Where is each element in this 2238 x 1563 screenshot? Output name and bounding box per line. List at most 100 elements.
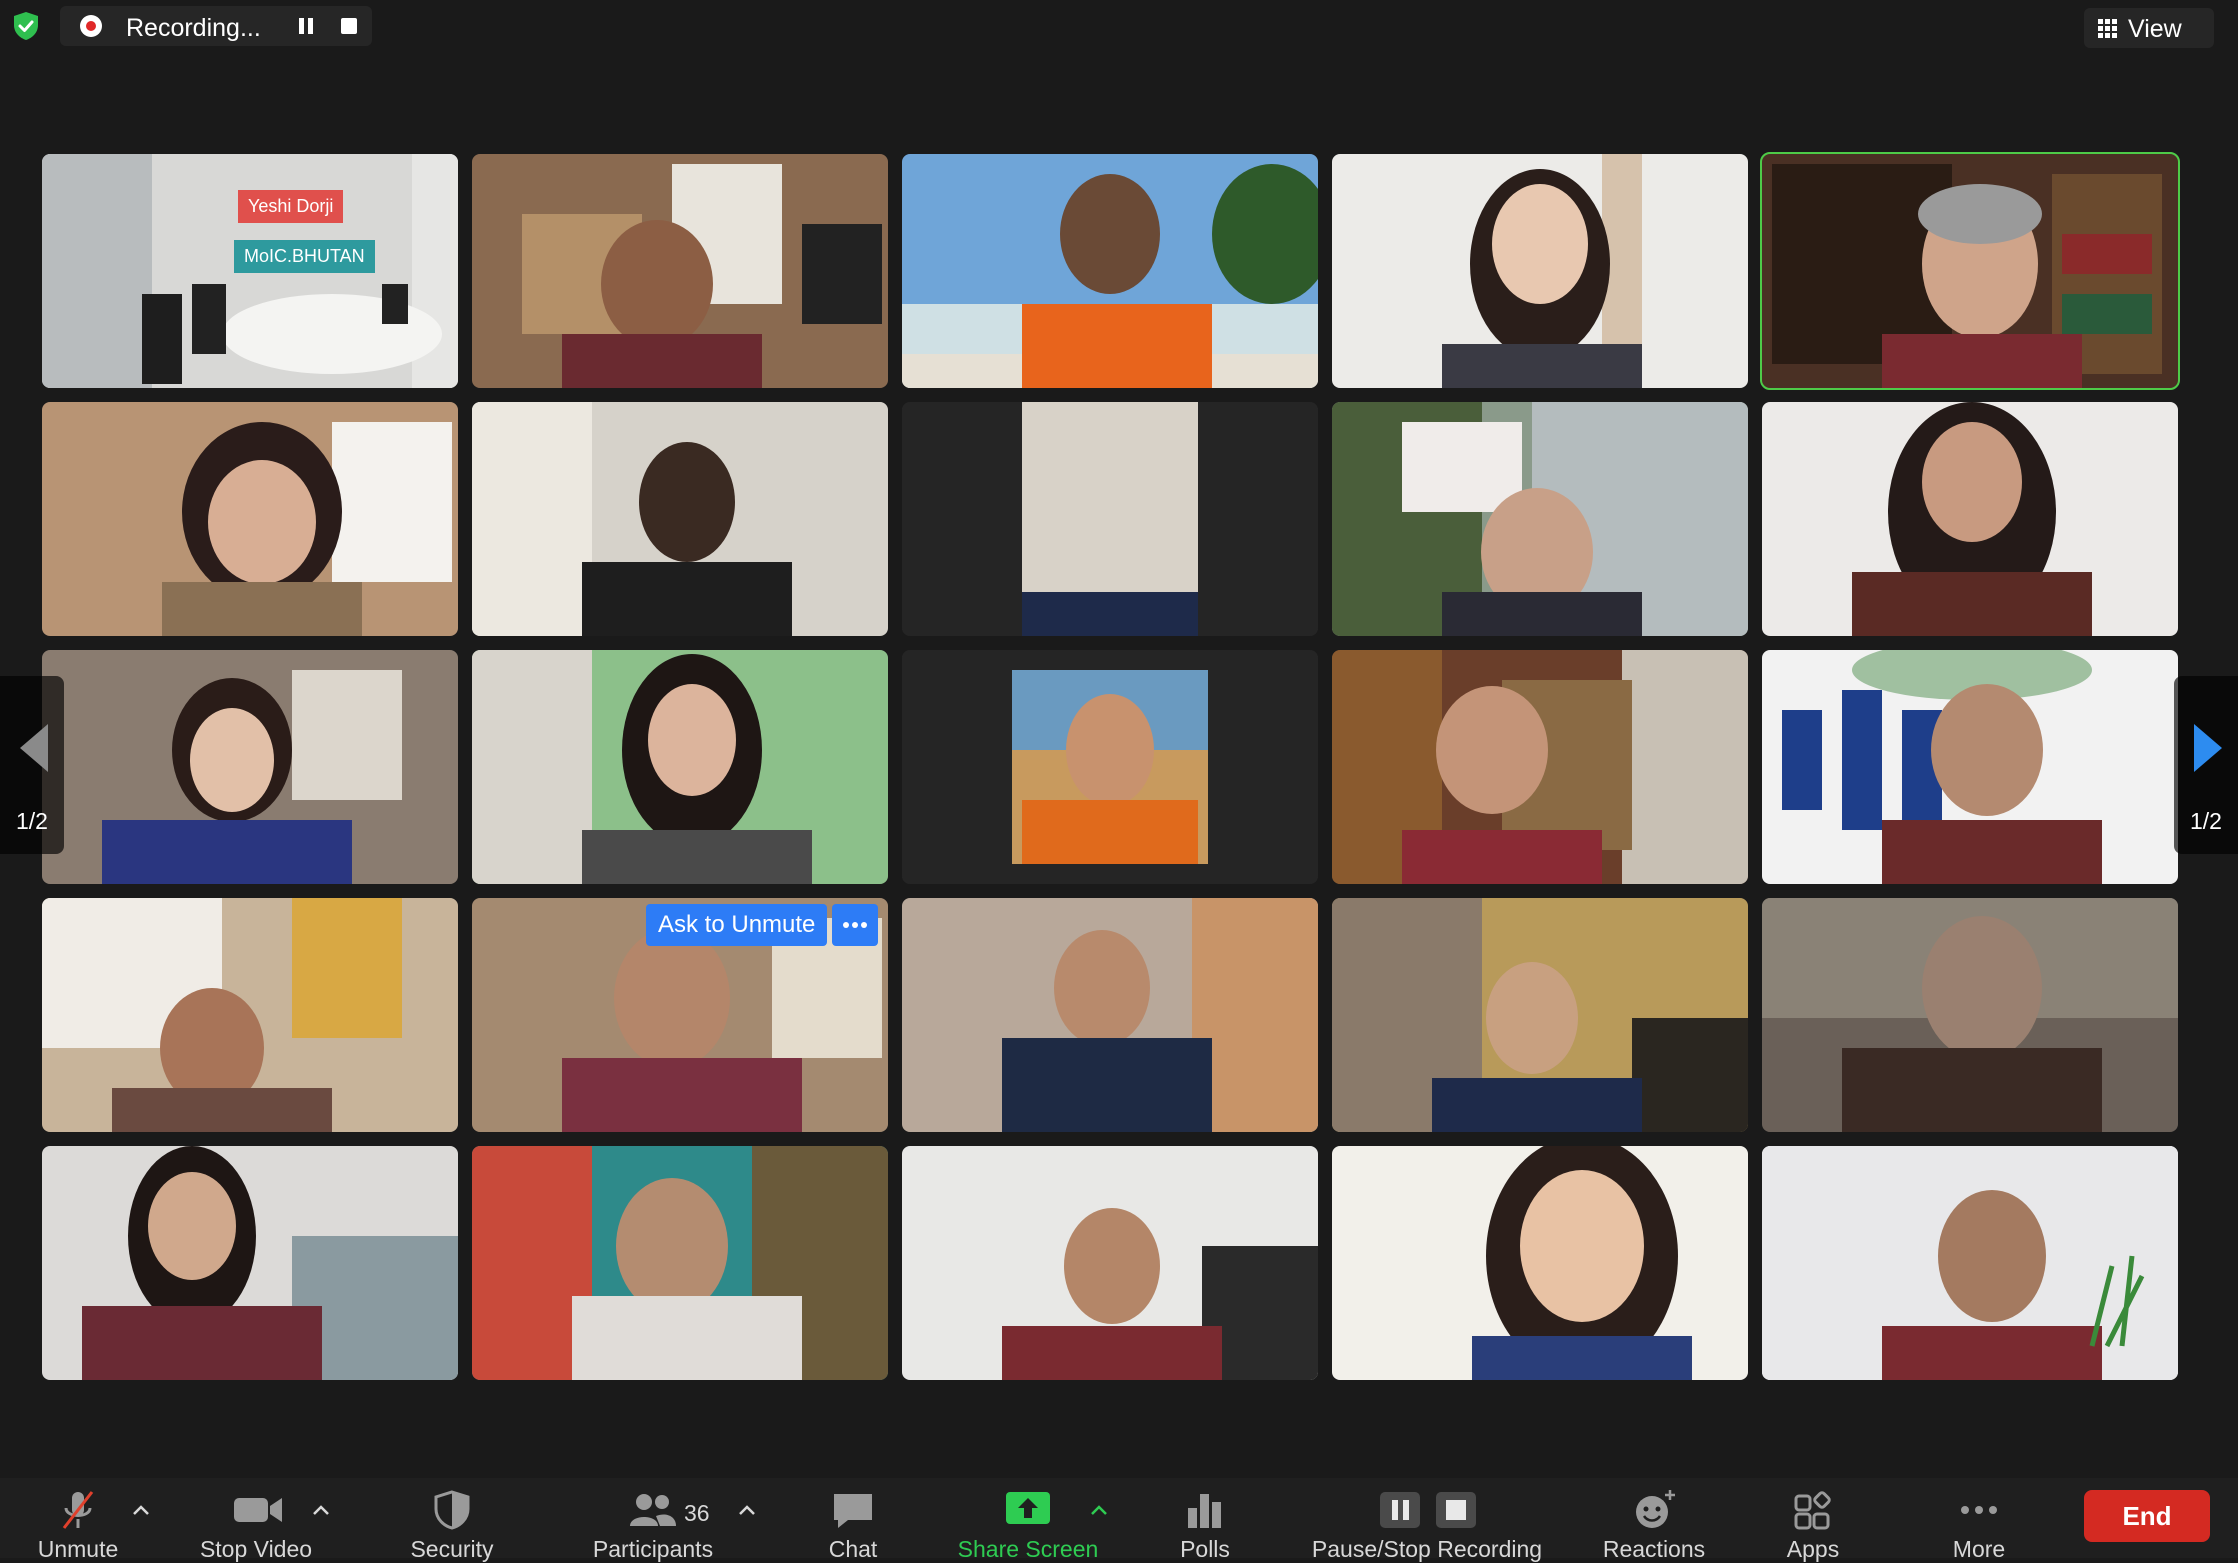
name-card-line2: MoIC.BHUTAN	[234, 240, 375, 273]
video-options-chevron-icon[interactable]	[312, 1504, 330, 1516]
more-button[interactable]: More	[1934, 1478, 2024, 1562]
participants-count-badge: 36	[684, 1500, 710, 1526]
video-feed	[472, 402, 888, 636]
video-tile-4[interactable]	[1332, 154, 1748, 388]
ellipsis-icon	[843, 922, 867, 928]
video-feed	[472, 1146, 888, 1380]
page-indicator-left: 1/2	[16, 808, 48, 834]
video-tile-12[interactable]	[472, 650, 888, 884]
view-label: View	[2128, 15, 2182, 43]
shield-icon	[434, 1490, 470, 1530]
apps-label: Apps	[1786, 1536, 1840, 1562]
video-tile-18[interactable]	[902, 898, 1318, 1132]
video-tile-16[interactable]	[42, 898, 458, 1132]
participants-icon	[630, 1494, 676, 1526]
end-meeting-button[interactable]: End	[2084, 1490, 2210, 1542]
video-tile-25[interactable]	[1762, 1146, 2178, 1380]
video-tile-19[interactable]	[1332, 898, 1748, 1132]
video-feed	[1332, 402, 1748, 636]
video-tile-23[interactable]	[902, 1146, 1318, 1380]
video-tile-2[interactable]	[472, 154, 888, 388]
video-feed	[42, 650, 458, 884]
video-tile-11[interactable]	[42, 650, 458, 884]
video-tile-10[interactable]	[1762, 402, 2178, 636]
video-camera-icon	[234, 1498, 282, 1522]
participants-label: Participants	[592, 1536, 714, 1562]
video-tile-6[interactable]	[42, 402, 458, 636]
reactions-label: Reactions	[1602, 1536, 1706, 1562]
unmute-label: Unmute	[37, 1536, 119, 1562]
more-label: More	[1952, 1536, 2006, 1562]
share-screen-icon	[1006, 1492, 1050, 1524]
share-options-chevron-icon[interactable]	[1090, 1504, 1108, 1516]
polls-label: Polls	[1180, 1536, 1230, 1562]
apps-icon	[1794, 1491, 1831, 1530]
arrow-right-icon	[2194, 724, 2222, 772]
video-tile-9[interactable]	[1332, 402, 1748, 636]
video-feed	[902, 898, 1318, 1132]
ask-to-unmute-button[interactable]: Ask to Unmute	[646, 904, 828, 946]
more-ellipsis-icon	[1961, 1506, 1997, 1514]
tile-more-options-button[interactable]	[832, 904, 878, 946]
previous-page-button[interactable]: 1/2	[0, 676, 64, 854]
reactions-button[interactable]: Reactions	[1594, 1478, 1714, 1562]
pause-recording-icon[interactable]	[296, 16, 316, 36]
video-tile-24[interactable]	[1332, 1146, 1748, 1380]
security-button[interactable]: Security	[392, 1478, 512, 1562]
video-tile-21[interactable]	[42, 1146, 458, 1380]
microphone-muted-icon	[62, 1491, 94, 1529]
security-shield-icon[interactable]	[10, 10, 42, 42]
pause-stop-recording-button[interactable]: Pause/Stop Recording	[1298, 1478, 1556, 1562]
video-tile-15[interactable]	[1762, 650, 2178, 884]
name-card-line1: Yeshi Dorji	[238, 190, 344, 223]
video-feed	[1762, 154, 2178, 388]
pause-stop-recording-label: Pause/Stop Recording	[1311, 1536, 1543, 1562]
video-feed	[42, 1146, 458, 1380]
video-tile-5-active-speaker[interactable]	[1760, 152, 2180, 390]
video-feed	[902, 650, 1318, 884]
polls-button[interactable]: Polls	[1160, 1478, 1250, 1562]
video-tile-14[interactable]	[1332, 650, 1748, 884]
video-grid: Yeshi Dorji MoIC.BHUTAN	[42, 152, 2182, 1380]
meeting-toolbar: Unmute Stop Video Security 36 Participan…	[0, 1478, 2238, 1562]
video-tile-3[interactable]	[902, 154, 1318, 388]
video-feed	[1332, 898, 1748, 1132]
chat-button[interactable]: Chat	[808, 1478, 898, 1562]
top-bar: Recording... View	[0, 0, 2238, 60]
chat-label: Chat	[828, 1536, 878, 1562]
participants-button[interactable]: 36 Participants	[578, 1478, 728, 1562]
next-page-button[interactable]: 1/2	[2174, 676, 2238, 854]
video-tile-8[interactable]	[902, 402, 1318, 636]
chat-bubble-icon	[834, 1494, 872, 1528]
recording-indicator: Recording...	[60, 6, 372, 46]
video-tile-20[interactable]	[1762, 898, 2178, 1132]
arrow-left-icon	[20, 724, 48, 772]
video-tile-22[interactable]	[472, 1146, 888, 1380]
unmute-button[interactable]: Unmute	[20, 1478, 136, 1562]
video-tile-1[interactable]: Yeshi Dorji MoIC.BHUTAN	[42, 154, 458, 388]
video-feed	[472, 154, 888, 388]
stop-recording-icon[interactable]	[341, 18, 357, 34]
participants-options-chevron-icon[interactable]	[738, 1504, 756, 1516]
video-feed	[42, 898, 458, 1132]
security-label: Security	[410, 1536, 494, 1562]
video-tile-13[interactable]	[902, 650, 1318, 884]
recording-status-text: Recording...	[126, 14, 261, 42]
stop-video-button[interactable]: Stop Video	[186, 1478, 326, 1562]
stop-video-label: Stop Video	[199, 1536, 313, 1562]
audio-options-chevron-icon[interactable]	[132, 1504, 150, 1516]
video-feed	[1762, 402, 2178, 636]
smiley-plus-icon	[1636, 1490, 1675, 1528]
video-feed	[42, 402, 458, 636]
video-feed	[1762, 650, 2178, 884]
video-tile-7[interactable]	[472, 402, 888, 636]
video-feed	[1332, 1146, 1748, 1380]
view-button[interactable]: View	[2084, 8, 2214, 48]
video-feed	[902, 1146, 1318, 1380]
polls-bar-chart-icon	[1188, 1494, 1221, 1528]
share-screen-button[interactable]: Share Screen	[946, 1478, 1110, 1562]
video-feed	[1332, 154, 1748, 388]
apps-button[interactable]: Apps	[1768, 1478, 1858, 1562]
video-feed	[472, 650, 888, 884]
video-feed	[902, 402, 1318, 636]
